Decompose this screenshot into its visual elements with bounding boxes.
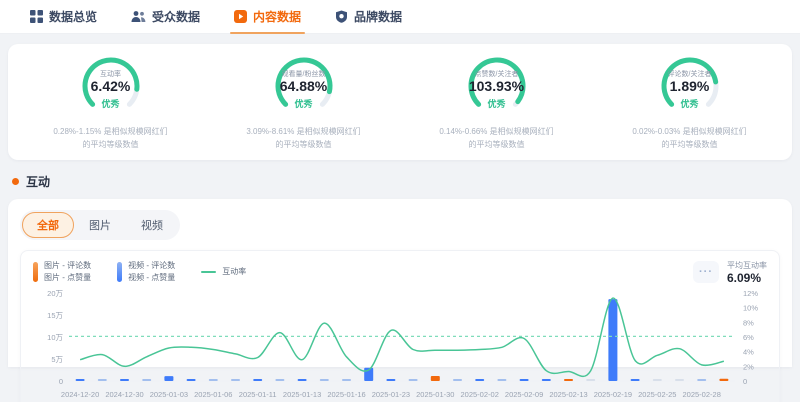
media-filter-tabs: 全部 图片 视频 <box>20 210 180 240</box>
gauge-likes-per-follower: 点赞数/关注者 103.93% 优秀 0.14%-0.66% 是相似规模网红们的… <box>400 56 593 152</box>
svg-text:2025-02-09: 2025-02-09 <box>505 390 543 399</box>
gauge-value: 6.42% <box>73 78 149 94</box>
gauge-benchmark-note: 3.09%-8.61% 是相似规模网红们的平均等级数值 <box>246 126 360 152</box>
gauge-value: 64.88% <box>266 78 342 94</box>
grid-icon <box>30 10 43 23</box>
svg-text:2025-02-28: 2025-02-28 <box>683 390 721 399</box>
filter-tab-images[interactable]: 图片 <box>74 212 126 238</box>
more-options-button[interactable]: ··· <box>693 261 719 283</box>
average-rate-block: 平均互动率 6.09% <box>727 260 767 285</box>
svg-text:6%: 6% <box>743 333 754 342</box>
interaction-chart-card: 图片 - 评论数图片 - 点赞量 视频 - 评论数视频 - 点赞量 互动率 ··… <box>20 250 780 402</box>
brand-shield-icon <box>335 10 348 23</box>
svg-text:2%: 2% <box>743 362 754 371</box>
nav-tab-audience-data[interactable]: 受众数据 <box>131 0 200 34</box>
gauge-benchmark-note: 0.02%-0.03% 是相似规模网红们的平均等级数值 <box>632 126 746 152</box>
blue-bar-swatch-icon <box>117 262 122 282</box>
svg-text:4%: 4% <box>743 347 754 356</box>
nav-tab-data-overview[interactable]: 数据总览 <box>30 0 97 34</box>
interaction-chart: 20万 15万 10万 5万 0 12% 10% 8% 6% 4% 2% 0 2024-12-20 202… <box>29 287 771 402</box>
svg-text:2024-12-30: 2024-12-30 <box>105 390 143 399</box>
nav-tab-label: 内容数据 <box>253 8 301 25</box>
gauge-interaction-rate: 互动率 6.42% 优秀 0.28%-1.15% 是相似规模网红们的平均等级数值 <box>14 56 207 152</box>
filter-tab-videos[interactable]: 视频 <box>126 212 178 238</box>
gauge-views-per-fan: 观看量/粉丝数 64.88% 优秀 3.09%-8.61% 是相似规模网红们的平… <box>207 56 400 152</box>
interaction-panel: 全部 图片 视频 图片 - 评论数图片 - 点赞量 视频 - 评论数视频 - 点… <box>8 199 792 367</box>
section-bullet-icon <box>12 178 19 185</box>
score-gauges-card: 互动率 6.42% 优秀 0.28%-1.15% 是相似规模网红们的平均等级数值… <box>8 44 792 160</box>
gauge-grade-badge: 优秀 <box>266 97 342 110</box>
gauge-value: 103.93% <box>459 78 535 94</box>
nav-tab-brand-data[interactable]: 品牌数据 <box>335 0 402 34</box>
svg-text:2025-02-25: 2025-02-25 <box>638 390 676 399</box>
section-title: 互动 <box>26 173 50 190</box>
gauge-value: 1.89% <box>652 78 728 94</box>
svg-text:2024-12-20: 2024-12-20 <box>61 390 99 399</box>
svg-text:2025-01-30: 2025-01-30 <box>416 390 454 399</box>
chart-legend: 图片 - 评论数图片 - 点赞量 视频 - 评论数视频 - 点赞量 互动率 ··… <box>29 258 771 285</box>
gauge-grade-badge: 优秀 <box>652 97 728 110</box>
interaction-section-header: 互动 <box>12 173 800 190</box>
content-video-icon <box>234 10 247 23</box>
filter-tab-all[interactable]: 全部 <box>22 212 74 238</box>
svg-text:0: 0 <box>743 377 747 386</box>
legend-item-video: 视频 - 评论数视频 - 点赞量 <box>117 260 175 284</box>
nav-tab-content-data[interactable]: 内容数据 <box>234 0 301 34</box>
svg-text:2025-01-13: 2025-01-13 <box>283 390 321 399</box>
svg-text:2025-02-19: 2025-02-19 <box>594 390 632 399</box>
svg-text:20万: 20万 <box>47 289 63 298</box>
interaction-chart-svg: 20万 15万 10万 5万 0 12% 10% 8% 6% 4% 2% 0 2024-12-20 202… <box>29 287 769 402</box>
average-rate-label: 平均互动率 <box>727 260 767 271</box>
legend-item-image: 图片 - 评论数图片 - 点赞量 <box>33 260 91 284</box>
svg-text:10万: 10万 <box>47 333 63 342</box>
svg-text:10%: 10% <box>743 303 758 312</box>
svg-text:2025-01-03: 2025-01-03 <box>150 390 188 399</box>
gauge-benchmark-note: 0.28%-1.15% 是相似规模网红们的平均等级数值 <box>53 126 167 152</box>
average-rate-value: 6.09% <box>727 271 767 285</box>
gauge-benchmark-note: 0.14%-0.66% 是相似规模网红们的平均等级数值 <box>439 126 553 152</box>
svg-text:5万: 5万 <box>51 355 63 364</box>
gauge-comments-per-follower: 评论数/关注者 1.89% 优秀 0.02%-0.03% 是相似规模网红们的平均… <box>593 56 786 152</box>
nav-tab-label: 品牌数据 <box>354 8 402 25</box>
svg-text:2025-01-23: 2025-01-23 <box>372 390 410 399</box>
top-navigation: 数据总览 受众数据 内容数据 品牌数据 <box>0 0 800 34</box>
green-line-swatch-icon <box>201 271 216 273</box>
orange-bar-swatch-icon <box>33 262 38 282</box>
svg-text:0: 0 <box>59 377 63 386</box>
audience-icon <box>131 10 146 23</box>
nav-tab-label: 受众数据 <box>152 8 200 25</box>
gauge-grade-badge: 优秀 <box>459 97 535 110</box>
svg-text:12%: 12% <box>743 289 758 298</box>
legend-item-rate: 互动率 <box>201 266 246 278</box>
svg-text:2025-01-11: 2025-01-11 <box>239 390 277 399</box>
nav-tab-label: 数据总览 <box>49 8 97 25</box>
svg-text:15万: 15万 <box>47 311 63 320</box>
svg-text:2025-02-13: 2025-02-13 <box>549 390 587 399</box>
svg-text:8%: 8% <box>743 318 754 327</box>
svg-text:2025-01-16: 2025-01-16 <box>327 390 365 399</box>
svg-text:2025-01-06: 2025-01-06 <box>194 390 232 399</box>
svg-text:2025-02-02: 2025-02-02 <box>461 390 499 399</box>
gauge-grade-badge: 优秀 <box>73 97 149 110</box>
